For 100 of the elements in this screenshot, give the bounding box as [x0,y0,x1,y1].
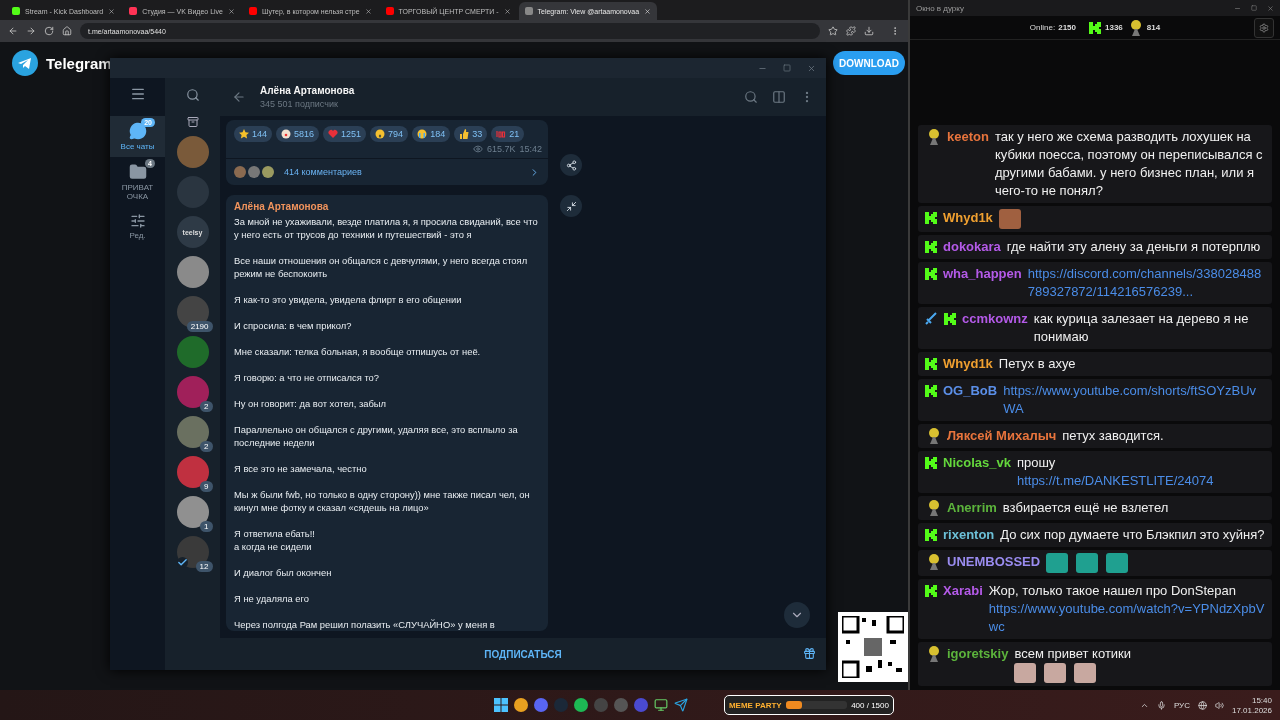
kick-logo-icon [943,312,957,326]
reaction-button[interactable]: 144 [234,126,273,142]
menu-icon[interactable] [129,86,146,102]
message-text: За мной не ухаживали, везде платила я, я просила свиданий, все что у него есть от трусов до техники и путешествий - это я [234,215,539,241]
collapse-button[interactable] [560,195,582,217]
kick-logo-icon [924,267,938,281]
kick-logo-icon [924,584,938,598]
settings-button[interactable] [1254,18,1274,38]
reaction-button[interactable]: 184 [412,126,451,142]
message-text: Параллельно он общался с другими, удаляя все, это всплыло за последние недели [234,423,519,449]
bookmark-star-icon[interactable] [828,26,838,36]
search-icon[interactable] [185,88,200,102]
chat-avatar[interactable] [176,336,209,368]
browser-app-icon[interactable] [513,698,528,712]
network-icon[interactable] [1197,700,1207,710]
close-icon[interactable] [364,7,372,15]
kick-logo-icon [924,357,938,371]
back-icon[interactable] [8,26,18,36]
reload-icon[interactable] [44,26,54,36]
collapse-arrows-icon [565,200,577,212]
username[interactable]: Xarabi [943,582,983,600]
share-icon [565,159,577,171]
username[interactable]: igoretskiy [947,645,1009,663]
extensions-icon[interactable] [846,26,856,36]
forward-icon[interactable] [26,26,36,36]
sliders-icon [129,213,146,229]
message-text: всем привет котики [1014,645,1133,663]
folder-icon [128,163,147,181]
message-text: как курица залезает на дерево я не понимаю [1033,310,1250,346]
archive-icon[interactable] [186,116,199,128]
view-count: 615.7K [486,144,516,154]
clock-date[interactable]: 17.01.2026 [1231,705,1272,715]
unread-count: 2190 [186,321,213,332]
language-indicator[interactable]: РУС [1173,700,1190,710]
message-link[interactable]: https://t.me/DANKESTLITE/24074 [1016,472,1266,490]
close-icon[interactable] [503,7,511,15]
home-icon[interactable] [62,26,72,36]
clock-time[interactable]: 15:40 [1251,695,1272,705]
username[interactable]: Nicolas_vk [943,454,1011,472]
app-icon[interactable] [533,698,548,712]
reaction-button[interactable]: 1251 [323,126,367,142]
reaction-button[interactable]: 5816 [276,126,320,142]
close-icon[interactable] [644,7,652,15]
message-text: Ну он говорит: да вот хотел, забыл [234,397,388,410]
close-icon[interactable] [1267,4,1274,12]
message-text: Через полгода Рам решил полазить «СЛУЧАЙНО» у меня в [234,618,496,631]
download-icon[interactable] [864,26,874,36]
username[interactable]: wha_happen [943,265,1022,283]
message-text: И спросила: в чем прикол? [234,319,353,332]
close-icon[interactable] [807,63,816,73]
app-icon[interactable] [653,698,668,712]
message-link[interactable]: https://www.youtube.com/watch?v=YPNdzXpbVwc [988,600,1266,636]
username[interactable]: keeton [947,128,989,146]
gift-icon[interactable] [803,647,816,660]
scroll-down-button[interactable] [784,602,810,628]
username[interactable]: dokokara [943,238,1001,256]
telegram-app-icon[interactable] [673,698,688,712]
chat-avatar[interactable] [176,136,209,168]
app-icon[interactable] [573,698,588,712]
kick-logo-icon [924,384,938,398]
tab-favicon-icon [524,7,533,15]
widget-title: MEME PARTY [728,700,782,710]
commenter-avatar [234,166,246,178]
username[interactable]: Ляксей Михалыч [947,427,1057,445]
back-icon[interactable] [232,90,246,104]
star-icon [239,129,249,139]
laughing-man-emote [998,209,1021,229]
volume-icon[interactable] [1214,700,1224,710]
subscribe-button[interactable]: ПОДПИСАТЬСЯ [478,647,568,661]
clown-face-icon [281,129,292,139]
tab-favicon-icon [129,7,138,15]
share-button[interactable] [560,154,582,176]
settings-icon [1259,23,1269,33]
username[interactable]: UNEMBOSSED [947,553,1041,571]
username[interactable]: Whyd1k [943,355,993,373]
comments-button[interactable]: 414 комментариев [226,158,548,185]
unread-count: 9 [200,481,213,492]
close-icon[interactable] [108,7,116,15]
username[interactable]: rixenton [943,526,995,544]
username[interactable]: OG_BoB [943,382,998,400]
message-text: взбирается ещё не взлетел [1002,499,1170,517]
message-link[interactable]: https://www.youtube.com/shorts/ftSOYzBUvWA [1003,382,1266,418]
tab-favicon-icon [385,7,394,15]
folder-tab[interactable]: Ред. [110,207,165,246]
search-icon[interactable] [744,90,758,104]
username[interactable]: Anerrim [947,499,997,517]
windows-logo-icon[interactable] [493,698,508,712]
username[interactable]: Whyd1k [943,209,993,227]
chat-avatar[interactable] [176,256,209,288]
microphone-icon[interactable] [1156,700,1166,710]
close-icon[interactable] [228,7,235,15]
reaction-button[interactable]: 794 [370,126,409,142]
message-link[interactable]: https://discord.com/channels/338028488789327872/114216576239... [1027,265,1266,301]
sidebar-toggle-icon[interactable] [772,90,786,104]
username[interactable]: ccmkownz [962,310,1028,328]
unread-count: 1 [200,521,213,532]
reaction-button[interactable]: 21 [491,126,525,142]
reaction-button[interactable]: 33 [454,126,488,142]
crying-face-icon [417,129,428,139]
message-text: Все наши отношения он общался с девчулями, у него всегда стоял режим не беспокоить [234,254,529,280]
